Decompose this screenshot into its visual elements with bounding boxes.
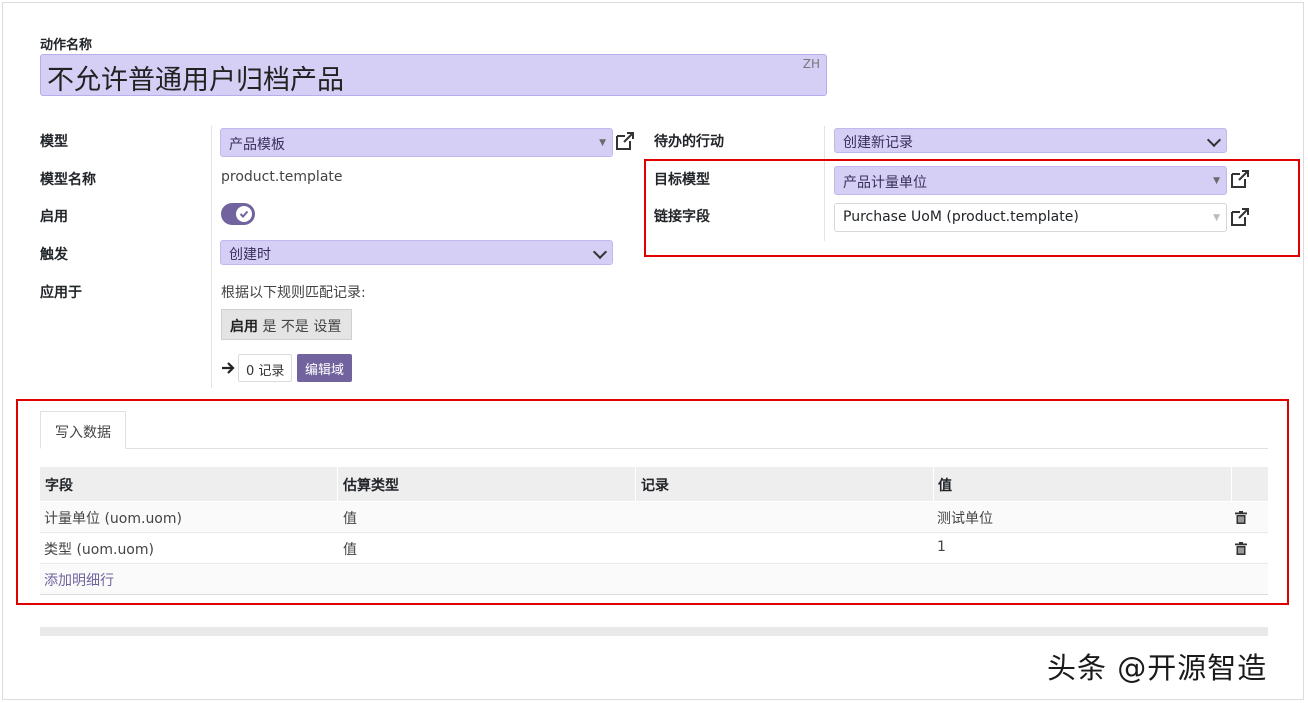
target-model-value: 产品计量单位 xyxy=(843,175,927,191)
table-row[interactable]: 计量单位 (uom.uom) 值 测试单位 xyxy=(40,502,1268,533)
todo-action-select[interactable]: 创建新记录 xyxy=(834,128,1227,153)
chevron-down-icon xyxy=(592,244,608,260)
column-separator xyxy=(1231,467,1232,501)
watermark: 头条 @开源智造 xyxy=(1047,651,1268,685)
active-label: 启用 xyxy=(40,209,68,225)
target-model-select[interactable]: 产品计量单位 ▼ xyxy=(834,166,1227,195)
cell-field: 计量单位 (uom.uom) xyxy=(44,511,182,527)
target-model-label: 目标模型 xyxy=(654,172,710,188)
trigger-select[interactable]: 创建时 xyxy=(220,240,613,265)
add-line-link[interactable]: 添加明细行 xyxy=(44,570,114,590)
tab-bar-line xyxy=(40,448,1268,449)
language-badge[interactable]: ZH xyxy=(803,57,820,71)
column-header-record[interactable]: 记录 xyxy=(641,475,669,495)
column-separator xyxy=(933,467,934,501)
link-field-label: 链接字段 xyxy=(654,209,710,225)
action-name-value: 不允许普通用户归档产品 xyxy=(47,65,344,96)
model-label: 模型 xyxy=(40,134,68,150)
domain-rule-condition: 是 不是 设置 xyxy=(262,319,342,335)
link-field-value: Purchase UoM (product.template) xyxy=(843,209,1079,225)
action-name-label: 动作名称 xyxy=(40,38,93,53)
chevron-down-icon xyxy=(1206,132,1222,148)
column-separator xyxy=(337,467,338,501)
table-row[interactable]: 类型 (uom.uom) 值 1 xyxy=(40,533,1268,564)
model-name-label: 模型名称 xyxy=(40,172,96,188)
active-toggle[interactable] xyxy=(221,203,255,225)
todo-action-label: 待办的行动 xyxy=(654,134,724,150)
cell-value: 测试单位 xyxy=(937,511,993,527)
apply-on-label: 应用于 xyxy=(40,285,82,301)
column-header-eval-type[interactable]: 估算类型 xyxy=(343,475,399,495)
edit-domain-button[interactable]: 编辑域 xyxy=(297,354,353,382)
model-name-value: product.template xyxy=(221,169,343,185)
trigger-select-value: 创建时 xyxy=(229,247,271,263)
trash-icon[interactable] xyxy=(1235,542,1247,555)
external-link-icon[interactable] xyxy=(1229,206,1251,228)
trash-icon[interactable] xyxy=(1235,511,1247,524)
todo-action-value: 创建新记录 xyxy=(843,135,913,151)
column-header-field[interactable]: 字段 xyxy=(45,475,73,495)
records-count-button[interactable]: 0 记录 xyxy=(238,354,293,382)
model-select[interactable]: 产品模板 ▼ xyxy=(220,128,613,157)
domain-rule-field: 启用 xyxy=(230,319,258,335)
trigger-label: 触发 xyxy=(40,247,68,263)
domain-rule-tag[interactable]: 启用 是 不是 设置 xyxy=(221,309,352,340)
dropdown-caret-icon: ▼ xyxy=(599,138,606,148)
arrow-right-icon xyxy=(222,362,235,374)
cell-eval-type: 值 xyxy=(343,511,357,527)
table-header: 字段 估算类型 记录 值 xyxy=(40,467,1268,501)
dropdown-caret-icon: ▼ xyxy=(1213,176,1220,186)
action-name-input[interactable]: 不允许普通用户归档产品 ZH xyxy=(40,54,827,96)
model-select-value: 产品模板 xyxy=(229,137,285,153)
external-link-icon[interactable] xyxy=(1229,168,1251,190)
horizontal-scrollbar[interactable] xyxy=(40,627,1268,636)
cell-value: 1 xyxy=(937,539,946,555)
apply-description: 根据以下规则匹配记录: xyxy=(221,285,366,301)
column-header-value[interactable]: 值 xyxy=(938,475,952,495)
external-link-icon[interactable] xyxy=(614,130,636,152)
check-icon xyxy=(239,210,249,218)
left-divider xyxy=(211,126,212,388)
column-separator xyxy=(635,467,636,501)
tab-write-data[interactable]: 写入数据 xyxy=(40,411,126,449)
cell-eval-type: 值 xyxy=(343,542,357,558)
link-field-select[interactable]: Purchase UoM (product.template) ▼ xyxy=(834,203,1227,232)
cell-field: 类型 (uom.uom) xyxy=(44,542,154,558)
dropdown-caret-icon: ▼ xyxy=(1213,213,1220,223)
toggle-knob xyxy=(236,206,252,222)
add-line-row: 添加明细行 xyxy=(40,564,1268,595)
